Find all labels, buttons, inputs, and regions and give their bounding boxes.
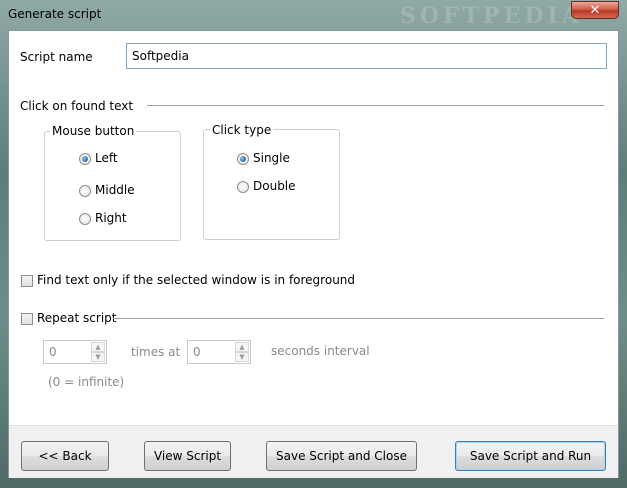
script-name-label: Script name [20,50,93,64]
click-type-group-title: Click type [210,123,274,137]
save-and-close-button[interactable]: Save Script and Close [266,441,417,471]
repeat-section-divider [113,318,604,319]
times-at-label: times at [131,345,181,359]
radio-single[interactable] [237,153,249,165]
radio-middle-label[interactable]: Middle [95,183,135,197]
repeat-times-spinner[interactable]: 0 ▲ ▼ [43,340,107,364]
title-bar[interactable]: Generate script SOFTPEDIA ✕ [0,0,627,30]
interval-spinner[interactable]: 0 ▲ ▼ [187,340,251,364]
back-button[interactable]: << Back [21,441,109,471]
softpedia-watermark: SOFTPEDIA [400,3,583,29]
spin-up-icon[interactable]: ▲ [235,342,249,352]
radio-single-label[interactable]: Single [253,151,290,165]
infinite-hint: (0 = infinite) [48,375,125,389]
repeat-script-label[interactable]: Repeat script [37,311,117,325]
script-name-input[interactable] [126,43,607,69]
close-icon: ✕ [589,3,601,18]
save-and-run-button[interactable]: Save Script and Run [455,441,606,471]
radio-middle[interactable] [79,185,91,197]
interval-value: 0 [193,345,201,359]
repeat-script-checkbox[interactable] [21,313,33,325]
mouse-button-group-title: Mouse button [50,124,137,138]
spin-down-icon[interactable]: ▼ [235,352,249,362]
radio-right[interactable] [79,213,91,225]
spin-up-icon[interactable]: ▲ [91,342,105,352]
window-title: Generate script [8,7,102,21]
repeat-times-value: 0 [49,345,57,359]
seconds-interval-label: seconds interval [271,344,370,358]
close-button[interactable]: ✕ [571,1,619,19]
foreground-checkbox-label[interactable]: Find text only if the selected window is… [37,273,355,287]
radio-double[interactable] [237,181,249,193]
dialog-body: Script name Click on found text Mouse bu… [8,30,619,478]
spin-down-icon[interactable]: ▼ [91,352,105,362]
radio-left[interactable] [79,153,91,165]
radio-left-label[interactable]: Left [95,151,118,165]
generate-script-window: Generate script SOFTPEDIA ✕ Script name … [0,0,627,488]
click-section-title: Click on found text [20,99,134,113]
view-script-button[interactable]: View Script [144,441,231,471]
radio-right-label[interactable]: Right [95,211,127,225]
button-bar: << Back View Script Save Script and Clos… [9,425,618,478]
radio-double-label[interactable]: Double [253,179,296,193]
click-section-divider [147,105,604,106]
foreground-checkbox[interactable] [21,275,33,287]
